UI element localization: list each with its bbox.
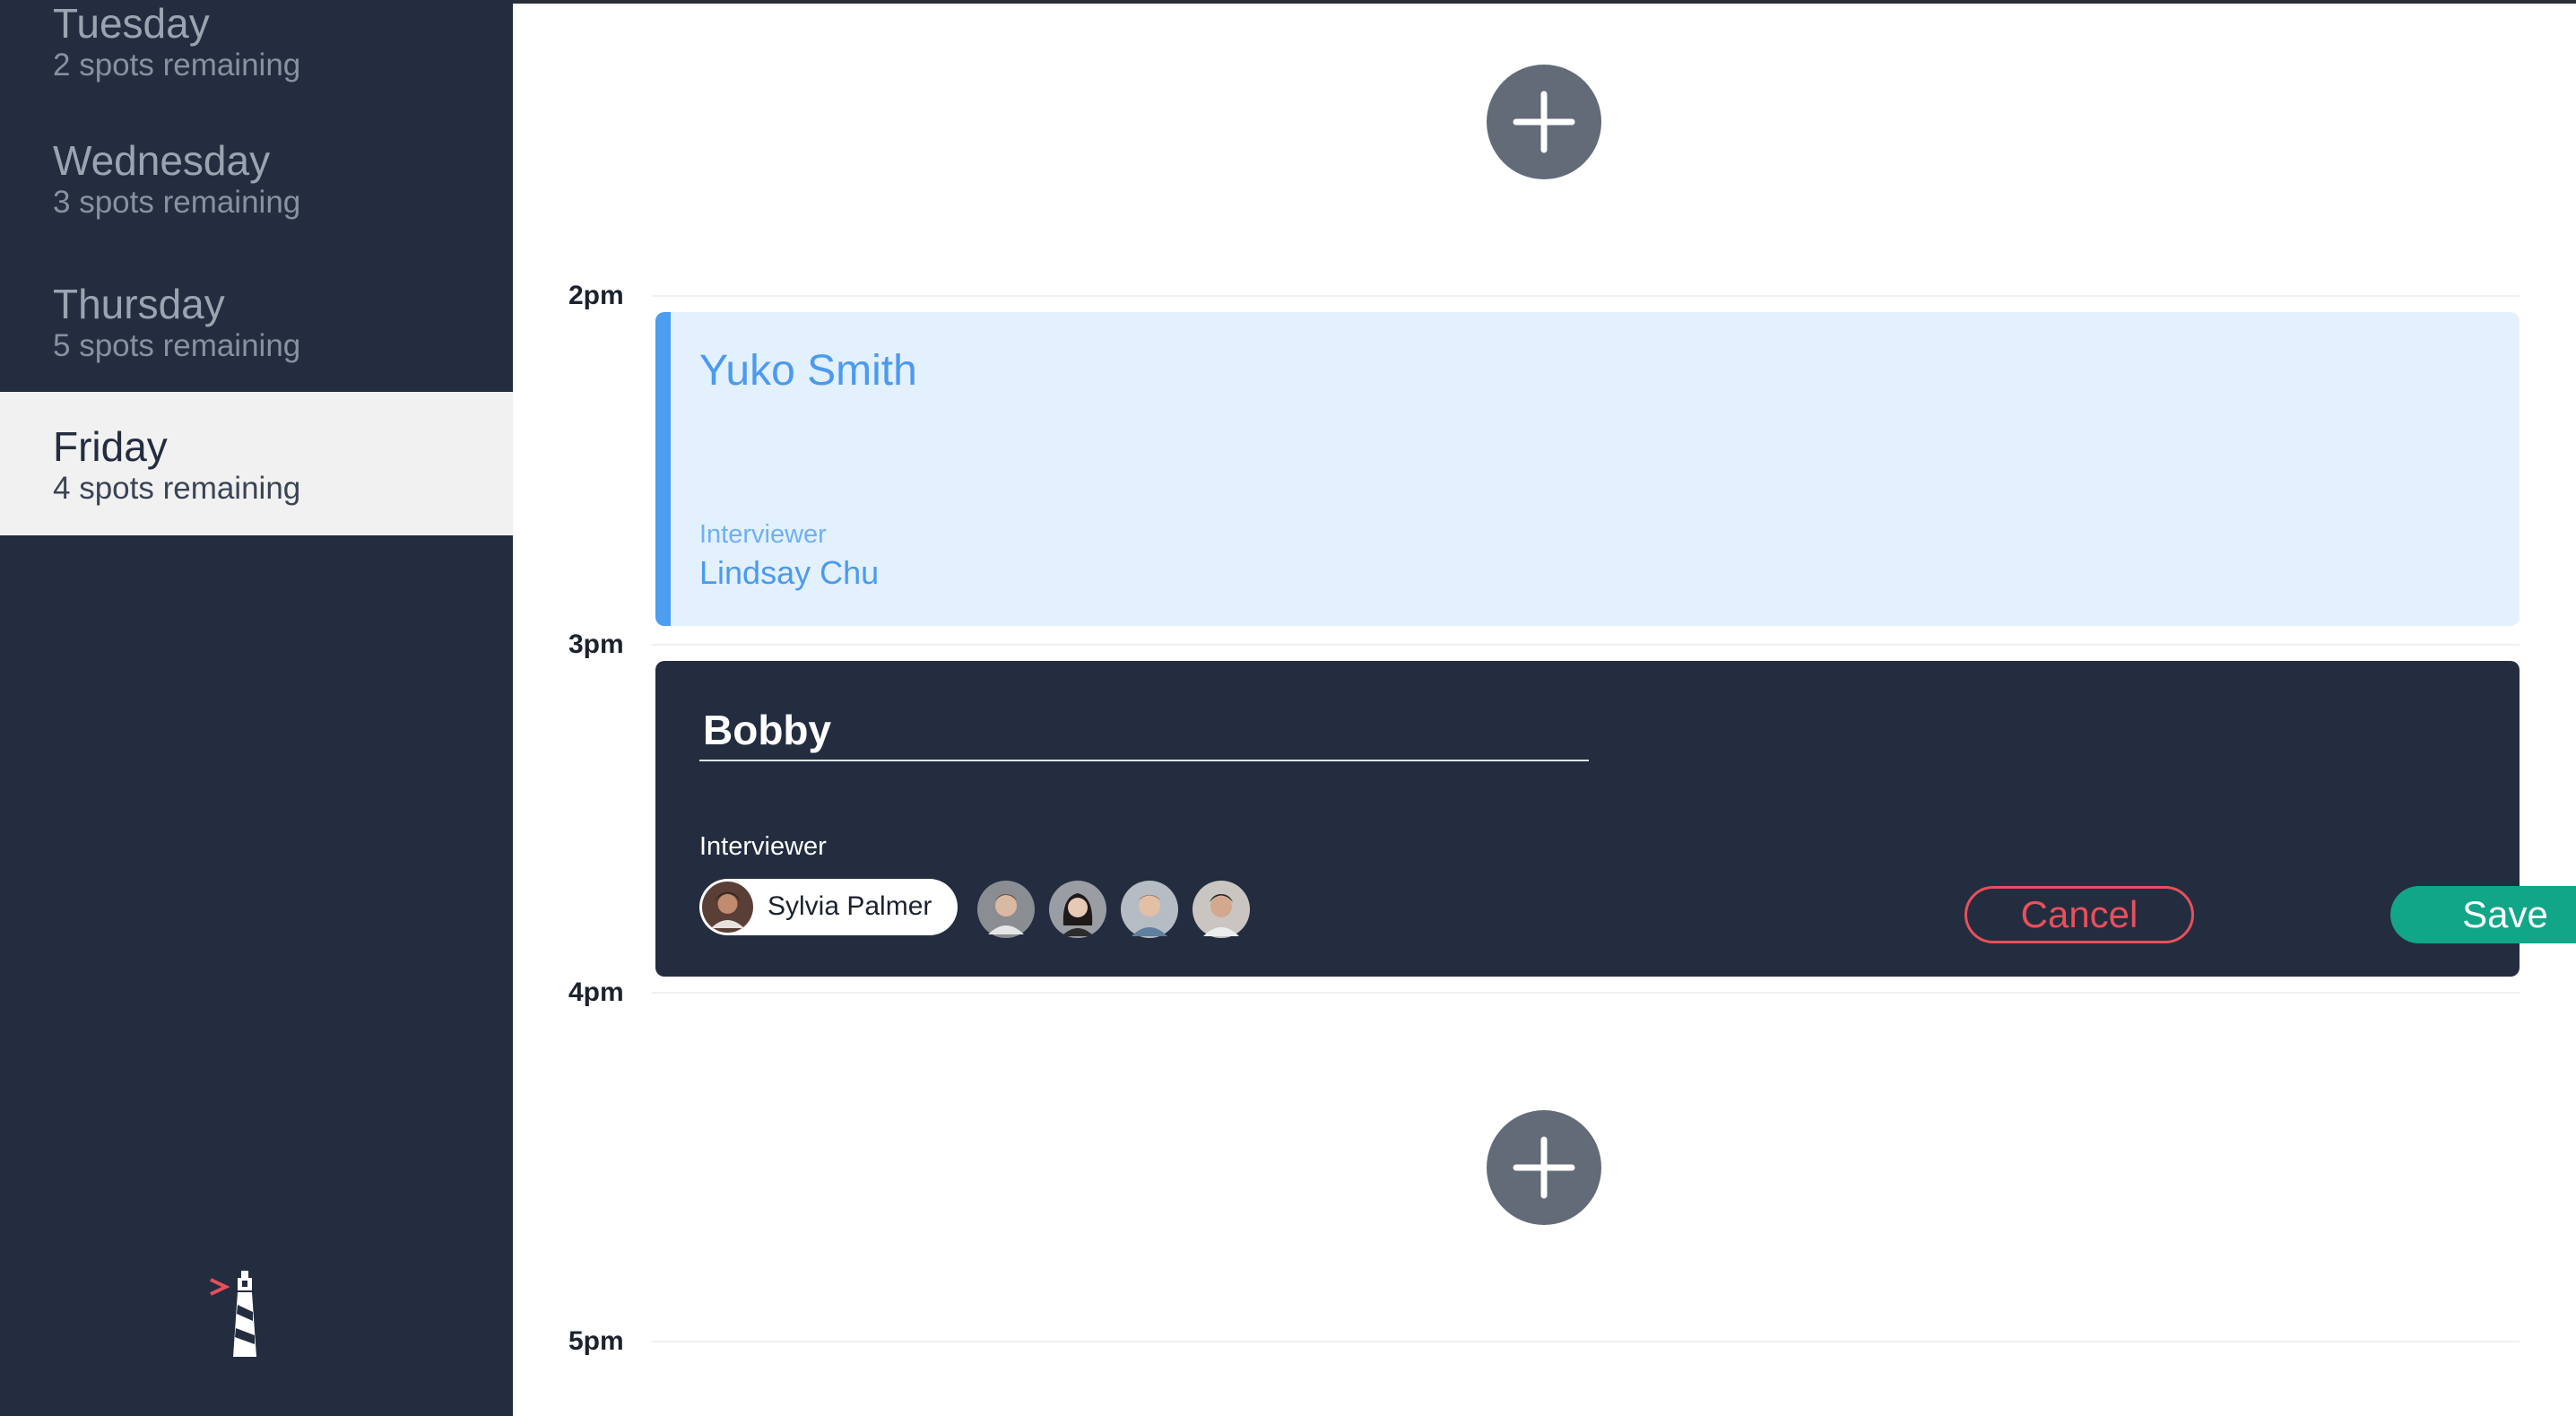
- day-sidebar: Tuesday 2 spots remaining Wednesday 3 sp…: [0, 0, 513, 1416]
- add-slot-button[interactable]: [1487, 65, 1601, 179]
- day-spots-remaining: 3 spots remaining: [53, 185, 301, 220]
- day-item-thursday[interactable]: Thursday 5 spots remaining: [0, 248, 513, 391]
- interviewer-label: Interviewer: [699, 832, 827, 861]
- day-item-friday[interactable]: Friday 4 spots remaining: [0, 392, 513, 535]
- avatar: [702, 882, 753, 933]
- interviewer-name: Lindsay Chu: [699, 554, 880, 591]
- day-name: Friday: [53, 423, 168, 470]
- day-item-tuesday[interactable]: Tuesday 2 spots remaining: [0, 0, 513, 103]
- top-border: [513, 0, 2576, 4]
- candidate-name-input[interactable]: [699, 700, 1589, 761]
- day-spots-remaining: 5 spots remaining: [53, 328, 301, 363]
- interviewer-label: Interviewer: [699, 520, 827, 549]
- hour-line: [652, 1341, 2520, 1342]
- hour-line: [652, 295, 2520, 297]
- day-name: Wednesday: [53, 137, 271, 184]
- selected-interviewer-name: Sylvia Palmer: [768, 891, 932, 921]
- plus-icon: [1513, 91, 1575, 153]
- avatar[interactable]: [977, 881, 1035, 938]
- cancel-button[interactable]: Cancel: [1965, 886, 2194, 943]
- day-item-wednesday[interactable]: Wednesday 3 spots remaining: [0, 104, 513, 248]
- time-label-4pm: 4pm: [568, 977, 624, 1007]
- booked-interview-card[interactable]: Yuko Smith Interviewer Lindsay Chu: [655, 312, 2520, 626]
- schedule-panel: 2pm 3pm 4pm 5pm Yuko Smith Interviewer L…: [513, 0, 2576, 1416]
- time-label-3pm: 3pm: [568, 630, 624, 659]
- day-spots-remaining: 4 spots remaining: [53, 471, 301, 506]
- hour-line: [652, 992, 2520, 994]
- day-spots-remaining: 2 spots remaining: [53, 48, 301, 83]
- day-name: Thursday: [53, 281, 225, 327]
- edit-interview-card: Interviewer Sylvia Palmer: [655, 661, 2576, 977]
- avatar[interactable]: [1049, 881, 1106, 938]
- save-button[interactable]: Save: [2390, 886, 2576, 943]
- candidate-name: Yuko Smith: [699, 347, 917, 395]
- plus-icon: [1513, 1136, 1575, 1199]
- selected-interviewer-chip[interactable]: Sylvia Palmer: [699, 879, 958, 935]
- time-label-5pm: 5pm: [568, 1326, 624, 1356]
- day-name: Tuesday: [53, 0, 210, 47]
- lighthouse-logo-icon: [210, 1271, 256, 1357]
- avatar[interactable]: [1193, 881, 1250, 938]
- time-label-2pm: 2pm: [568, 281, 624, 310]
- avatar[interactable]: [1121, 881, 1178, 938]
- card-accent-bar: [655, 312, 671, 626]
- add-slot-button[interactable]: [1487, 1110, 1601, 1225]
- hour-line: [652, 644, 2520, 646]
